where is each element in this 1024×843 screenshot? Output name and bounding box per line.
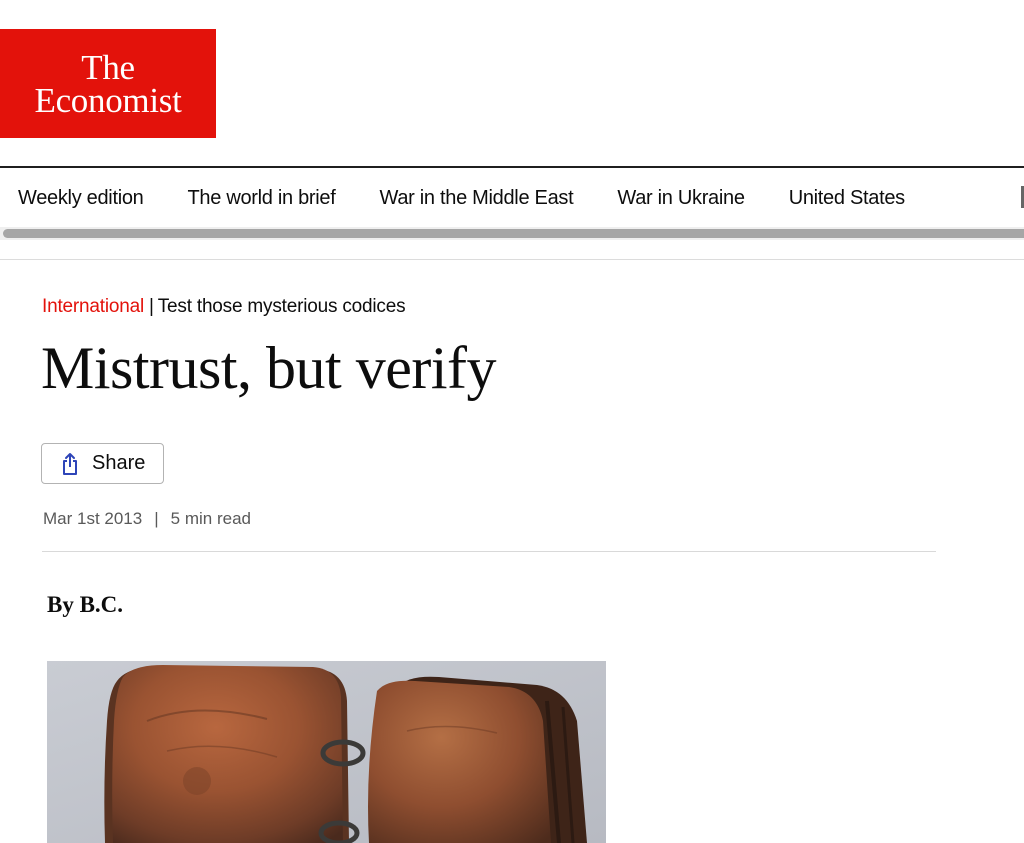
article-page: The Economist Weekly edition The world i… [0,0,1024,843]
meta-divider-line [42,551,936,552]
nav-item-war-middle-east[interactable]: War in the Middle East [380,187,574,210]
article-rubric: International | Test those mysterious codi… [42,296,406,318]
nav-scrollbar[interactable] [0,227,1024,240]
lead-image-lead-codices [47,661,606,843]
share-label: Share [92,452,146,474]
article-meta: Mar 1st 2013 | 5 min read [43,509,251,529]
share-icon [60,452,80,476]
main-navigation: Weekly edition The world in brief War in… [0,168,1024,228]
logo-line-1: The [81,47,135,87]
economist-logo[interactable]: The Economist [0,29,216,138]
article-byline: By B.C. [47,592,124,617]
section-link[interactable]: International [42,296,144,317]
read-time: 5 min read [170,509,251,528]
rubric-separator: | [148,296,154,317]
meta-divider: | [154,509,159,528]
logo-line-2: Economist [34,80,182,120]
article-headline: Mistrust, but verify [41,335,496,401]
nav-bottom-divider [0,259,1024,260]
share-button[interactable]: Share [41,443,164,484]
nav-item-world-in-brief[interactable]: The world in brief [188,187,336,210]
nav-scrollbar-thumb[interactable] [3,229,1024,238]
article-flytitle: Test those mysterious codices [157,296,406,317]
nav-item-war-ukraine[interactable]: War in Ukraine [617,187,745,210]
publish-date: Mar 1st 2013 [43,509,143,528]
nav-item-united-states[interactable]: United States [789,187,905,210]
nav-item-weekly-edition[interactable]: Weekly edition [18,187,144,210]
